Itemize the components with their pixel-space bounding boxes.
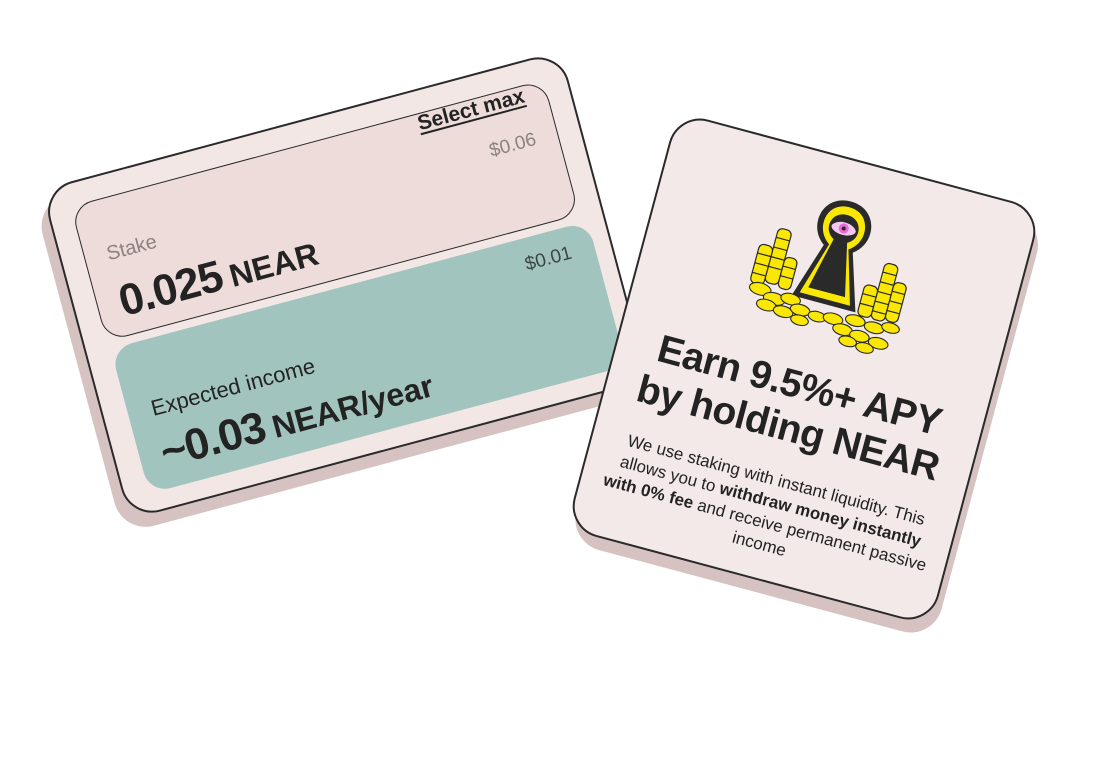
stage: Select max Stake $0.06 0.025NEAR $0.01 E… — [0, 0, 1118, 760]
coin-stack-right — [857, 262, 907, 323]
stake-usd-value: $0.06 — [487, 129, 539, 162]
stake-amount-unit: NEAR — [225, 235, 323, 294]
apy-card-wrapper: Earn 9.5%+ APY by holding NEAR We use st… — [565, 111, 1046, 640]
stake-card-wrapper: Select max Stake $0.06 0.025NEAR $0.01 E… — [34, 50, 650, 534]
stake-card: Select max Stake $0.06 0.025NEAR $0.01 E… — [40, 50, 650, 520]
stake-label: Stake — [104, 230, 160, 266]
select-max-link[interactable]: Select max — [415, 85, 527, 137]
keyhole-eye-coins-icon — [748, 200, 907, 354]
stake-amount-value[interactable]: 0.025 — [113, 252, 227, 327]
income-usd-value: $0.01 — [522, 242, 575, 276]
